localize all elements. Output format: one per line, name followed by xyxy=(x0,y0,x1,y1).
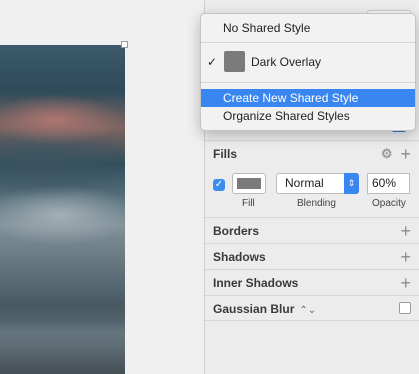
blending-select[interactable]: Normal ⇕ xyxy=(276,173,359,194)
blending-label: Blending xyxy=(297,198,336,209)
inner-shadows-title: Inner Shadows xyxy=(213,275,299,290)
chevron-updown-icon: ⇕ xyxy=(344,173,359,194)
menu-item-create-new-shared-style[interactable]: Create New Shared Style xyxy=(201,89,415,107)
fill-color-well[interactable] xyxy=(232,173,266,194)
gaussian-blur-checkbox[interactable] xyxy=(399,302,411,314)
menu-item-label: Create New Shared Style xyxy=(223,91,359,105)
blending-value: Normal xyxy=(285,176,324,190)
inner-shadows-section-header: Inner Shadows + xyxy=(205,269,419,295)
add-inner-shadow-button[interactable]: + xyxy=(400,274,411,292)
fills-title: Fills xyxy=(213,146,238,161)
add-fill-button[interactable]: + xyxy=(400,145,411,163)
borders-section-header: Borders + xyxy=(205,217,419,243)
gaussian-blur-section-header: Gaussian Blur ⌃⌄ xyxy=(205,295,419,321)
fills-section-header: Fills ⚙ + xyxy=(205,140,419,166)
canvas xyxy=(0,0,204,374)
checkmark-icon: ✓ xyxy=(207,55,218,69)
shadows-section-header: Shadows + xyxy=(205,243,419,269)
landscape-image-layer[interactable] xyxy=(0,45,125,374)
gaussian-blur-title[interactable]: Gaussian Blur xyxy=(213,302,294,316)
opacity-value: 60% xyxy=(372,176,397,190)
shadows-title: Shadows xyxy=(213,249,266,264)
menu-separator xyxy=(201,82,415,83)
opacity-label: Opacity xyxy=(372,198,406,209)
fill-row: ✓ Normal ⇕ 60% Fill Blending Opacity xyxy=(205,170,419,218)
menu-separator xyxy=(201,42,415,43)
style-preview-thumbnail xyxy=(224,51,245,72)
menu-item-dark-overlay[interactable]: ✓ Dark Overlay xyxy=(201,50,415,76)
menu-item-label: Organize Shared Styles xyxy=(223,109,350,123)
menu-item-label: Dark Overlay xyxy=(251,55,322,69)
panel-divider xyxy=(205,320,419,346)
shared-style-menu: No Shared Style ✓ Dark Overlay Create Ne… xyxy=(200,13,416,131)
borders-title: Borders xyxy=(213,223,260,238)
fill-enabled-checkbox[interactable]: ✓ xyxy=(213,179,225,191)
menu-item-label: No Shared Style xyxy=(223,21,311,35)
gear-icon[interactable]: ⚙ xyxy=(381,146,393,162)
add-shadow-button[interactable]: + xyxy=(400,248,411,266)
opacity-input[interactable]: 60% xyxy=(367,173,410,194)
fill-color-swatch xyxy=(237,178,261,189)
resize-handle[interactable] xyxy=(121,41,128,48)
fill-label: Fill xyxy=(242,198,255,209)
menu-item-no-shared-style[interactable]: No Shared Style xyxy=(201,19,415,37)
menu-item-organize-shared-styles[interactable]: Organize Shared Styles xyxy=(201,107,415,125)
add-border-button[interactable]: + xyxy=(400,222,411,240)
chevron-updown-icon[interactable]: ⌃⌄ xyxy=(299,305,316,316)
